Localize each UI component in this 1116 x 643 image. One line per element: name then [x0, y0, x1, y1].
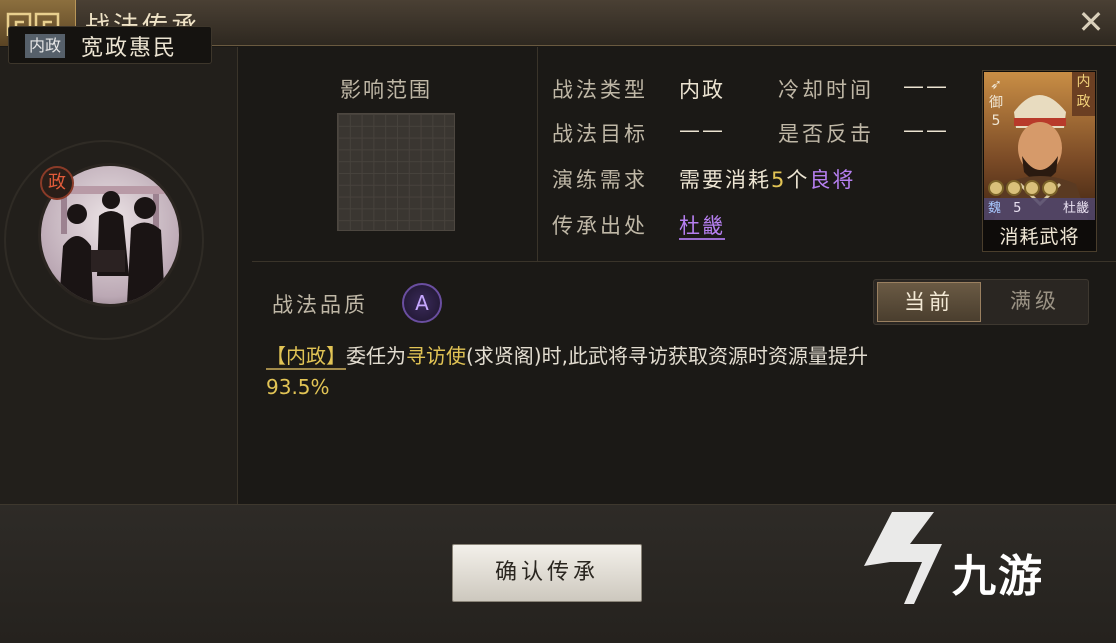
general-cost: 5: [991, 113, 1001, 129]
star-coin-icon: [1006, 180, 1022, 196]
general-troop-type: ➶ 御 5: [986, 76, 1006, 130]
description-highlight: 寻访使: [406, 344, 466, 368]
troop-type-label: 御: [989, 95, 1003, 111]
skill-target-label: 战法目标: [552, 122, 648, 146]
cooldown-label: 冷却时间: [778, 78, 874, 102]
divider-vertical: [537, 47, 538, 261]
skill-target-value: ——: [679, 118, 725, 142]
cooldown-value: ——: [903, 74, 949, 98]
description-text-2: (求贤阁)时,此武将寻访获取资源时资源量提升: [466, 344, 868, 368]
counter-label: 是否反击: [778, 122, 874, 146]
divider-horizontal: [252, 261, 1116, 262]
general-stars: [988, 180, 1058, 198]
star-coin-icon: [988, 180, 1004, 196]
description-value: 93.5%: [266, 375, 330, 399]
range-grid: [337, 113, 455, 231]
confirm-inherit-button[interactable]: 确认传承: [452, 544, 642, 602]
skill-category-tag: 内政: [25, 34, 66, 58]
close-button[interactable]: ✕: [1074, 6, 1108, 40]
drill-unit: 个: [786, 168, 810, 192]
skill-name: 宽政惠民: [81, 36, 178, 61]
toggle-max-button[interactable]: 满级: [983, 282, 1087, 322]
drill-quality: 良将: [809, 168, 856, 192]
bow-icon: ➶: [990, 77, 1002, 93]
general-faction-tag: 内政: [1072, 72, 1095, 116]
drill-count: 5: [771, 168, 787, 192]
quality-label: 战法品质: [272, 293, 368, 317]
drill-prefix: 需要消耗: [679, 168, 771, 192]
skill-name-box: 内政 宽政惠民: [8, 26, 212, 64]
quality-grade-badge: A: [402, 283, 442, 323]
source-general-link[interactable]: 杜畿: [679, 214, 725, 240]
skill-type-value: 内政: [679, 78, 725, 102]
general-info-bar: 魏 5 杜畿: [984, 198, 1095, 220]
star-coin-icon: [1042, 180, 1058, 196]
watermark-text: 九游: [952, 551, 1044, 602]
general-card-caption: 消耗武将: [999, 226, 1080, 248]
source-value: 杜畿: [679, 210, 725, 240]
skill-description: 【内政】委任为寻访使(求贤阁)时,此武将寻访获取资源时资源量提升 93.5%: [266, 341, 1086, 403]
description-tag: 【内政】: [266, 344, 346, 370]
skill-type-label: 战法类型: [552, 78, 648, 102]
toggle-current-button[interactable]: 当前: [877, 282, 981, 322]
description-text-1: 委任为: [346, 344, 406, 368]
emblem-badge: 政: [40, 166, 74, 200]
range-title: 影响范围: [340, 78, 432, 102]
general-kingdom: 魏: [988, 201, 1002, 216]
general-level: 5: [1013, 201, 1022, 216]
drill-requirement-value: 需要消耗5个良将: [679, 164, 855, 194]
counter-value: ——: [903, 118, 949, 142]
drill-requirement-label: 演练需求: [552, 168, 648, 192]
star-coin-icon: [1024, 180, 1040, 196]
source-label: 传承出处: [552, 214, 648, 238]
general-name: 杜畿: [1062, 201, 1089, 216]
